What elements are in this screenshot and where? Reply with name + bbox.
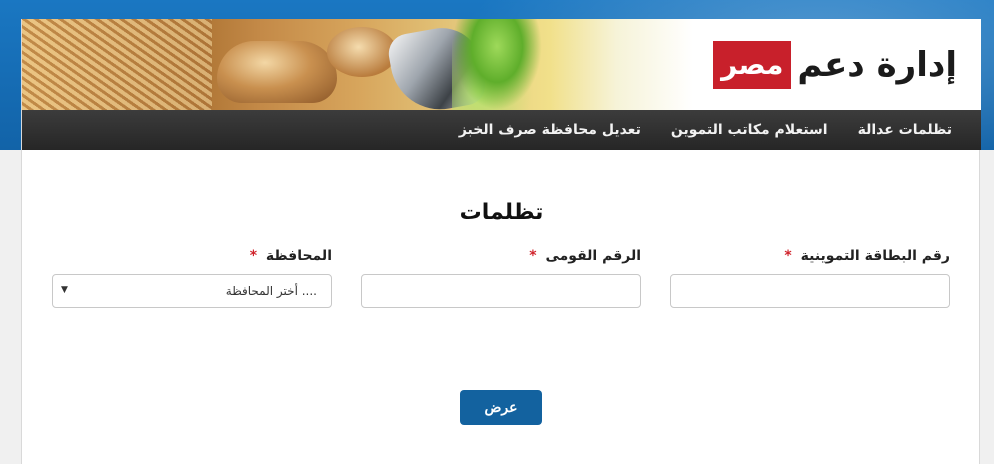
national-id-group: الرقم القومى * [361,248,641,308]
governorate-label: المحافظة * [52,248,332,270]
dropdown-arrow-icon: ▼ [61,285,68,295]
site-logo[interactable]: إدارة دعم مصر [713,39,957,91]
card-number-label-text: رقم البطاقة التموينية [800,248,950,264]
page-container: إدارة دعم مصر تظلمات عدالة استعلام مكاتب… [21,19,981,464]
main-navigation: تظلمات عدالة استعلام مكاتب التموين تعديل… [22,110,981,150]
header-banner: إدارة دعم مصر [22,19,981,110]
card-number-input[interactable] [670,274,950,308]
card-number-label: رقم البطاقة التموينية * [670,248,950,270]
national-id-input[interactable] [361,274,641,308]
wheat-grain-image [22,19,212,110]
logo-text: إدارة دعم [797,45,957,85]
governorate-selected-value: أختر المحافظة .... [225,284,317,298]
national-id-label: الرقم القومى * [361,248,641,270]
logo-highlight: مصر [713,41,792,89]
nav-item-bread-governorate[interactable]: تعديل محافظة صرف الخبز [444,122,656,138]
nav-item-supply-offices[interactable]: استعلام مكاتب التموين [656,122,843,138]
bread-image [217,41,337,103]
national-id-label-text: الرقم القومى [545,248,641,264]
submit-button[interactable]: عرض [460,390,542,425]
governorate-group: المحافظة * ▼ أختر المحافظة .... [52,248,332,308]
green-leaves-image [452,19,542,110]
required-mark: * [784,248,792,264]
page-title: تظلمات [459,200,544,225]
governorate-label-text: المحافظة [265,248,332,264]
form-section: تظلمات رقم البطاقة التموينية * الرقم الق… [22,150,981,464]
bread-image-small [327,27,397,77]
governorate-select[interactable]: ▼ أختر المحافظة .... [52,274,332,308]
card-number-group: رقم البطاقة التموينية * [670,248,950,308]
required-mark: * [529,248,537,264]
nav-item-adala-complaints[interactable]: تظلمات عدالة [843,122,967,138]
required-mark: * [249,248,258,264]
